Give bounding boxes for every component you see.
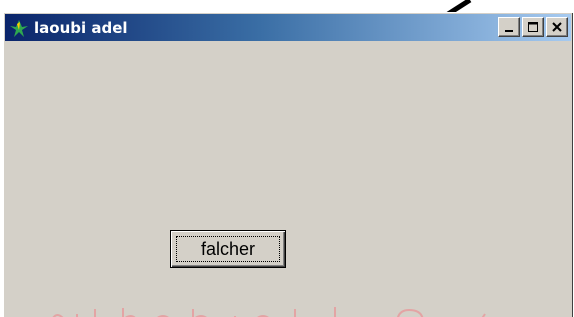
close-button[interactable] <box>546 17 568 37</box>
app-window: laoubi adel falcher <box>3 12 573 317</box>
maximize-icon <box>527 18 539 37</box>
title-bar[interactable]: laoubi adel <box>5 14 571 41</box>
maximize-button[interactable] <box>522 17 544 37</box>
window-controls <box>496 17 568 37</box>
falcher-button-label: falcher <box>200 238 256 259</box>
watermark-strokes <box>52 307 486 317</box>
minimize-icon <box>503 18 515 37</box>
window-title: laoubi adel <box>34 18 128 37</box>
minimize-button[interactable] <box>498 17 520 37</box>
close-icon <box>551 18 563 37</box>
falcher-button[interactable]: falcher <box>170 230 286 268</box>
app-logo-icon <box>8 17 30 39</box>
